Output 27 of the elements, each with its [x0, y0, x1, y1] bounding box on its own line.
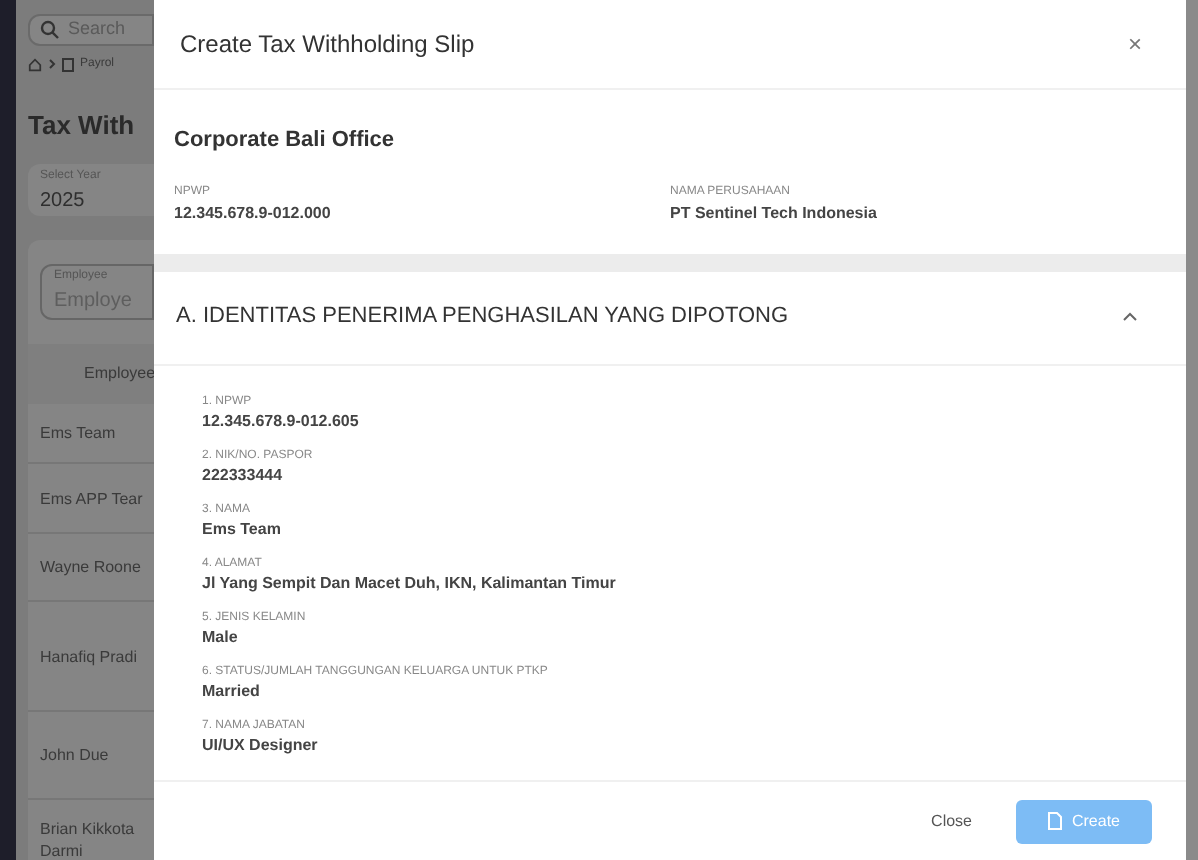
chevron-icon [48, 58, 56, 70]
field-value: Male [202, 627, 240, 647]
table-header: Employee [28, 344, 154, 404]
field-value: Ems Team [202, 519, 283, 539]
table-cell: John Due [40, 744, 109, 766]
document-icon [1047, 812, 1062, 830]
modal-title: Create Tax Withholding Slip [180, 28, 475, 62]
field-value: PT Sentinel Tech Indonesia [670, 201, 879, 225]
table-cell: Hanafiq Pradi [40, 645, 137, 667]
table-cell: Ems APP Tear [40, 487, 143, 509]
section-header[interactable]: A. IDENTITAS PENERIMA PENGHASILAN YANG DIPOTONG [154, 271, 1186, 365]
page-title: Tax With [28, 107, 137, 143]
chevron-up-icon[interactable] [1122, 312, 1138, 322]
field-value: 222333444 [202, 465, 285, 485]
field-value: Jl Yang Sempit Dan Macet Duh, IKN, Kalimantan Timur [202, 573, 618, 593]
field-value: UI/UX Designer [202, 735, 320, 755]
field-value: Married [202, 681, 262, 701]
table-cell: Ems Team [40, 422, 116, 444]
field-value: 12.345.678.9-012.000 [174, 201, 333, 225]
close-button[interactable]: Close [931, 809, 972, 833]
document-icon [62, 57, 74, 71]
table-cell: Wayne Roone [40, 556, 141, 578]
company-name: Corporate Bali Office [174, 126, 397, 156]
table-cell-text: Brian Kikkota Darmi [40, 817, 137, 860]
field-value: 12.345.678.9-012.605 [202, 411, 361, 431]
search-icon [40, 19, 60, 40]
home-icon[interactable] [28, 57, 42, 71]
